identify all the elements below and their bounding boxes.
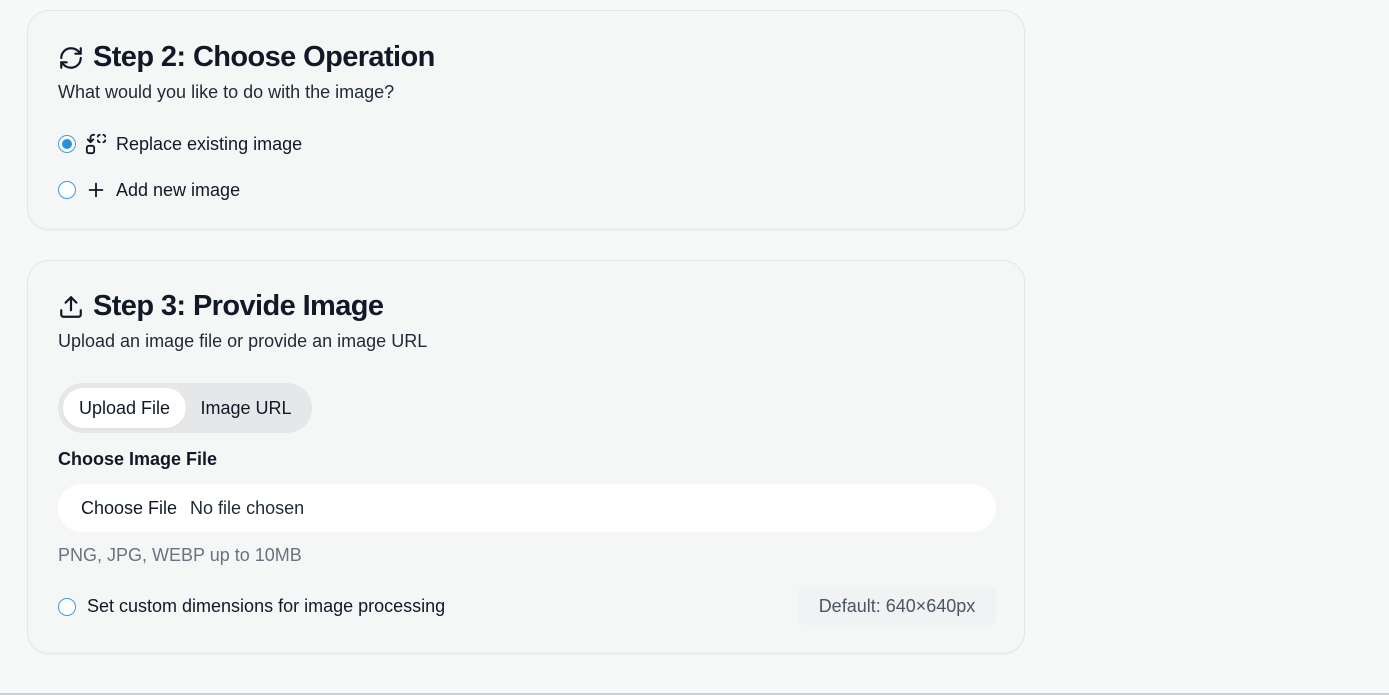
default-dimensions-badge: Default: 640×640px bbox=[798, 587, 996, 625]
custom-dimensions-label: Set custom dimensions for image processi… bbox=[87, 596, 446, 616]
replace-label: Replace existing image bbox=[116, 133, 303, 154]
tab-image-url[interactable]: Image URL bbox=[186, 388, 306, 428]
add-new-radio[interactable] bbox=[58, 181, 76, 199]
custom-dimensions-radio[interactable] bbox=[58, 597, 76, 616]
refresh-icon bbox=[60, 46, 82, 69]
add-new-label: Add new image bbox=[116, 179, 241, 200]
source-tabs: Upload File Image URL bbox=[58, 383, 312, 433]
file-input[interactable]: Choose File No file chosen bbox=[58, 484, 996, 532]
plus-icon bbox=[88, 182, 104, 198]
custom-dimensions-option[interactable]: Set custom dimensions for image processi… bbox=[58, 596, 445, 617]
replace-radio[interactable] bbox=[58, 135, 76, 153]
tab-upload-file[interactable]: Upload File bbox=[63, 388, 186, 428]
step2-header: Step 2: Choose Operation bbox=[58, 41, 435, 74]
step3-header: Step 3: Provide Image bbox=[58, 290, 384, 323]
step3-title: Step 3: Provide Image bbox=[93, 290, 384, 322]
upload-icon bbox=[60, 295, 82, 318]
replace-icon bbox=[85, 133, 107, 155]
option-add-new[interactable]: Add new image bbox=[58, 179, 240, 201]
file-status-text: No file chosen bbox=[190, 497, 305, 518]
option-replace-existing[interactable]: Replace existing image bbox=[58, 133, 302, 155]
step3-subtitle: Upload an image file or provide an image… bbox=[58, 331, 428, 351]
step2-title: Step 2: Choose Operation bbox=[93, 41, 435, 73]
step2-subtitle: What would you like to do with the image… bbox=[58, 82, 395, 102]
file-format-hint: PNG, JPG, WEBP up to 10MB bbox=[58, 545, 302, 565]
step2-card: Step 2: Choose Operation What would you … bbox=[27, 10, 1025, 230]
step3-card: Step 3: Provide Image Upload an image fi… bbox=[27, 260, 1025, 654]
file-field-label: Choose Image File bbox=[58, 449, 218, 469]
choose-file-button[interactable]: Choose File bbox=[81, 498, 177, 519]
